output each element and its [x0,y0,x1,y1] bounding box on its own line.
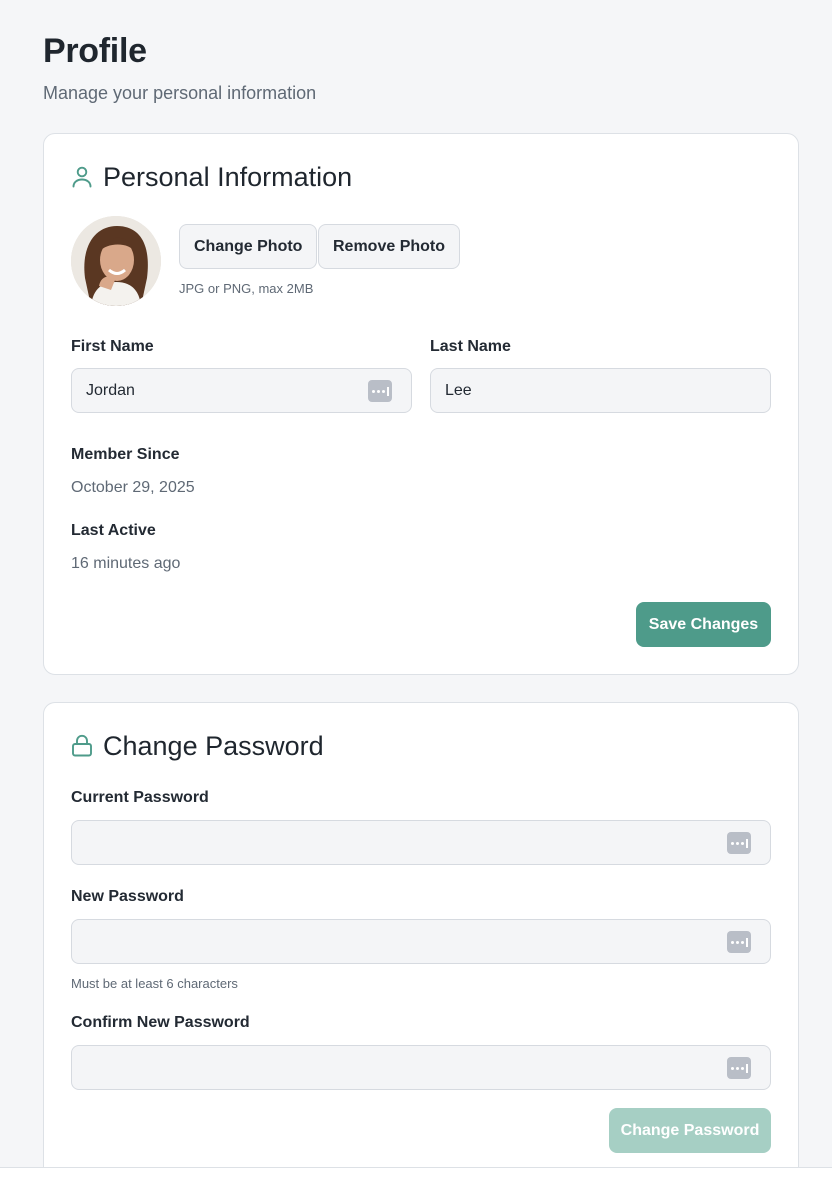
new-password-field-wrapper [71,919,771,964]
new-password-label: New Password [71,888,184,905]
last-active-value: 16 minutes ago [71,555,181,572]
change-password-button[interactable]: Change Password [609,1108,771,1153]
confirm-password-field-wrapper [71,1045,771,1090]
change-photo-button[interactable]: Change Photo [179,224,318,269]
personal-information-header: Personal Information [71,160,352,194]
last-active-label: Last Active [71,522,156,539]
member-since-value: October 29, 2025 [71,479,195,496]
page-subtitle: Manage your personal information [43,83,317,103]
password-manager-key-icon[interactable] [727,931,751,953]
password-manager-key-icon[interactable] [368,380,392,402]
remove-photo-button[interactable]: Remove Photo [318,224,461,269]
first-name-input[interactable] [72,369,411,412]
personal-information-card: Personal Information Change Photo Remove… [43,133,799,675]
last-name-field-wrapper [430,368,771,413]
save-changes-button[interactable]: Save Changes [636,602,771,647]
change-password-card: Change Password Current Password New Pas… [43,702,799,1177]
password-manager-key-icon[interactable] [727,832,751,854]
photo-hint: JPG or PNG, max 2MB [179,281,314,296]
new-password-input[interactable] [72,920,770,963]
confirm-password-input[interactable] [72,1046,770,1089]
confirm-password-label: Confirm New Password [71,1014,250,1031]
change-password-header: Change Password [71,729,324,763]
viewport-bottom-edge [0,1167,832,1177]
page-header: Profile Manage your personal information [43,30,316,105]
current-password-field-wrapper [71,820,771,865]
user-icon [71,165,93,189]
new-password-hint: Must be at least 6 characters [71,976,238,991]
current-password-input[interactable] [72,821,770,864]
first-name-label: First Name [71,338,154,355]
password-manager-key-icon[interactable] [727,1057,751,1079]
avatar [71,216,161,306]
lock-icon [71,734,93,758]
member-since-label: Member Since [71,446,180,463]
current-password-label: Current Password [71,789,209,806]
change-password-title: Change Password [103,731,324,761]
first-name-field-wrapper [71,368,412,413]
page-title: Profile [43,32,147,70]
personal-information-title: Personal Information [103,162,353,192]
last-name-input[interactable] [431,369,770,412]
last-name-label: Last Name [430,338,511,355]
